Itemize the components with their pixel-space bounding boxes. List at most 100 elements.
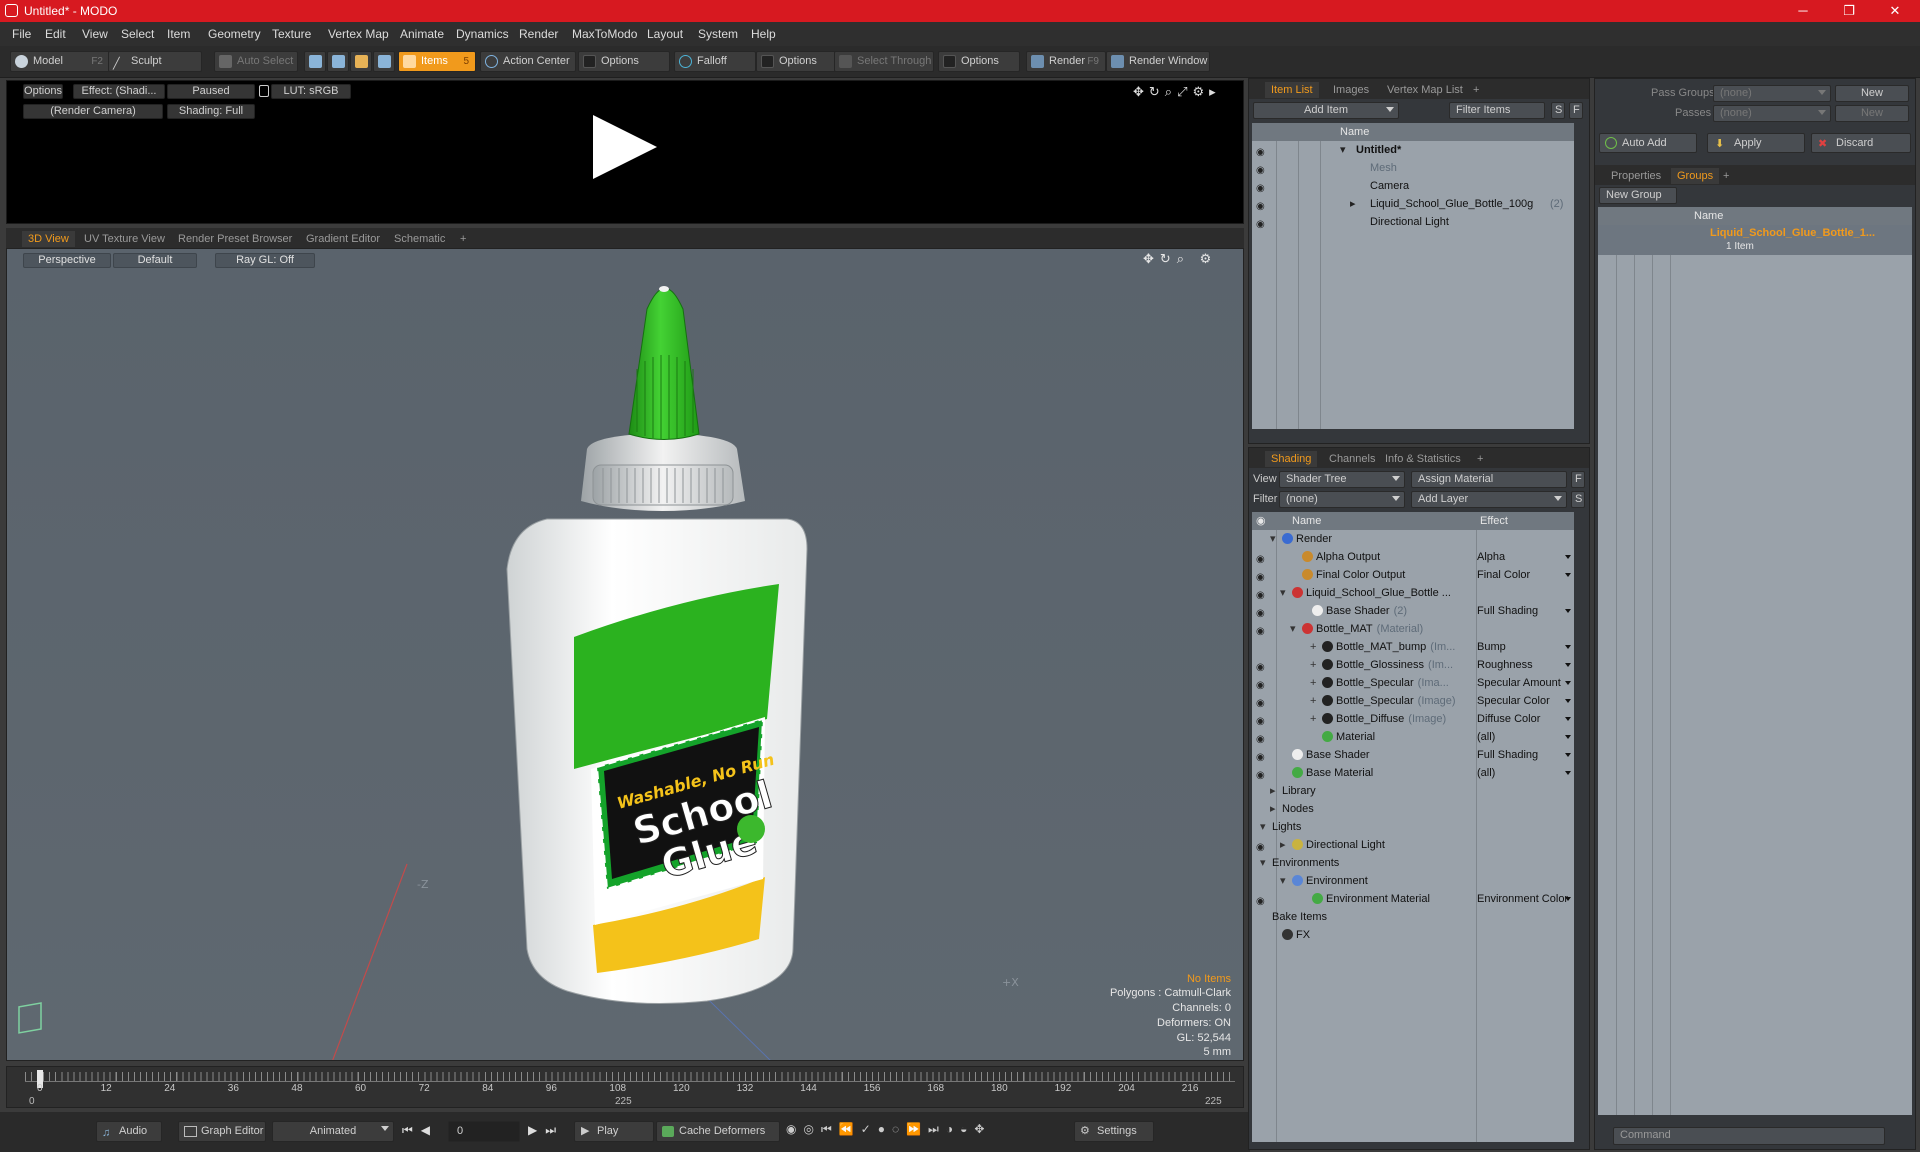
expand-icon[interactable]: ▸: [1350, 195, 1356, 213]
effect-dropdown[interactable]: Specular Amount: [1477, 674, 1574, 692]
shader-row[interactable]: ▾ Environment: [1252, 872, 1574, 890]
tab-gradient-editor[interactable]: Gradient Editor: [300, 231, 386, 247]
transport-prev-buttons[interactable]: ⏮◀: [402, 1123, 438, 1138]
expand-icon[interactable]: ▾: [1280, 584, 1286, 602]
effect-dropdown[interactable]: Roughness: [1477, 656, 1574, 674]
preview-shading-dropdown[interactable]: Shading: Full: [167, 104, 255, 119]
eye-icon[interactable]: ◉: [1256, 713, 1269, 727]
menu-view[interactable]: View: [82, 27, 108, 41]
select-through-options-button[interactable]: Options: [938, 51, 1020, 72]
menu-select[interactable]: Select: [121, 27, 154, 41]
menu-help[interactable]: Help: [751, 27, 776, 41]
expand-icon[interactable]: ▸: [1270, 782, 1276, 800]
preview-options-button[interactable]: Options: [23, 84, 63, 99]
effect-dropdown[interactable]: Alpha: [1477, 548, 1574, 566]
eye-icon[interactable]: ◉: [1256, 839, 1269, 853]
eye-icon[interactable]: ◉: [1256, 605, 1269, 619]
action-center-options-button[interactable]: Options: [578, 51, 670, 72]
preview-lut-dropdown[interactable]: LUT: sRGB: [271, 84, 351, 99]
tab-shading[interactable]: Shading: [1265, 451, 1318, 467]
add-tab-button[interactable]: +: [1717, 168, 1735, 184]
menu-vertex-map[interactable]: Vertex Map: [328, 27, 389, 41]
discard-button[interactable]: ✖ Discard: [1811, 133, 1911, 153]
expand-icon[interactable]: +: [1310, 656, 1316, 674]
menu-maxtomodo[interactable]: MaxToModo: [572, 27, 637, 41]
edges-mode-button[interactable]: [327, 51, 349, 72]
shader-row[interactable]: ◉ ▾ Liquid_School_Glue_Bottle ...: [1252, 584, 1574, 602]
shader-row[interactable]: ◉ Alpha Output Alpha: [1252, 548, 1574, 566]
shader-row[interactable]: ◉ + Bottle_Specular (Ima... Specular Amount: [1252, 674, 1574, 692]
close-button[interactable]: ✕: [1872, 0, 1918, 22]
new-pass-button[interactable]: New: [1835, 105, 1909, 122]
add-layer-dropdown[interactable]: Add Layer: [1411, 491, 1567, 508]
eye-icon[interactable]: ◉: [1256, 893, 1269, 907]
expand-icon[interactable]: +: [1310, 674, 1316, 692]
sculpt-mode-button[interactable]: ╱ Sculpt: [108, 51, 202, 72]
new-group-button[interactable]: New Group: [1599, 187, 1677, 204]
menu-texture[interactable]: Texture: [272, 27, 311, 41]
tab-vertex-map-list[interactable]: Vertex Map List: [1381, 82, 1469, 98]
render-button[interactable]: Render F9: [1026, 51, 1106, 72]
preview-camera-dropdown[interactable]: (Render Camera): [23, 104, 163, 119]
tab-3d-view[interactable]: 3D View: [22, 231, 75, 247]
shader-row[interactable]: ◉ ▾ Bottle_MAT (Material): [1252, 620, 1574, 638]
shader-row[interactable]: ▸ Library: [1252, 782, 1574, 800]
animated-dropdown[interactable]: Animated: [272, 1121, 394, 1142]
effect-dropdown[interactable]: Diffuse Color: [1477, 710, 1574, 728]
menu-layout[interactable]: Layout: [647, 27, 683, 41]
new-pass-group-button[interactable]: New: [1835, 85, 1909, 102]
menu-edit[interactable]: Edit: [45, 27, 66, 41]
tree-row-scene[interactable]: ◉ ▾ Untitled*: [1252, 141, 1574, 159]
menu-geometry[interactable]: Geometry: [208, 27, 261, 41]
shader-row[interactable]: ▾ Environments: [1252, 854, 1574, 872]
shading-f-button[interactable]: F: [1571, 471, 1585, 488]
expand-icon[interactable]: +: [1310, 710, 1316, 728]
tab-schematic[interactable]: Schematic: [388, 231, 451, 247]
audio-button[interactable]: ♫ Audio: [96, 1121, 162, 1142]
eye-icon[interactable]: ◉: [1256, 623, 1269, 637]
expand-icon[interactable]: ▾: [1260, 818, 1266, 836]
group-row[interactable]: Liquid_School_Glue_Bottle_1... 1 Item: [1598, 225, 1912, 255]
preview-paused-button[interactable]: Paused: [167, 84, 255, 99]
auto-add-button[interactable]: Auto Add: [1599, 133, 1697, 153]
3d-viewport[interactable]: Perspective Default Ray GL: Off ✥↻⌕ ⚙ Wa…: [6, 248, 1244, 1061]
key-tool-icons[interactable]: ◉◎⏮⏪✓●◌⏩⏭◑◒✥: [786, 1122, 991, 1137]
eye-icon[interactable]: ◉: [1256, 144, 1269, 158]
expand-icon[interactable]: ▾: [1270, 530, 1276, 548]
tab-groups[interactable]: Groups: [1671, 168, 1720, 184]
eye-icon[interactable]: ◉: [1256, 767, 1269, 781]
timeline-ruler[interactable]: [25, 1072, 1235, 1082]
eye-icon[interactable]: ◉: [1256, 551, 1269, 565]
shader-row[interactable]: ◉ ▸ Directional Light: [1252, 836, 1574, 854]
shader-row[interactable]: + Bottle_MAT_bump (Im... Bump: [1252, 638, 1574, 656]
expand-icon[interactable]: ▾: [1280, 872, 1286, 890]
tab-channels[interactable]: Channels: [1323, 451, 1381, 467]
menu-file[interactable]: File: [12, 27, 31, 41]
eye-icon[interactable]: ◉: [1256, 587, 1269, 601]
falloff-options-button[interactable]: Options: [756, 51, 838, 72]
filter-dropdown[interactable]: (none): [1279, 491, 1405, 508]
shader-row[interactable]: ◉ + Bottle_Glossiness (Im... Roughness: [1252, 656, 1574, 674]
pass-groups-dropdown[interactable]: (none): [1713, 85, 1831, 102]
vertices-mode-button[interactable]: [304, 51, 326, 72]
eye-icon[interactable]: ◉: [1256, 695, 1269, 709]
eye-icon[interactable]: ◉: [1256, 216, 1269, 230]
tree-row-directional-light[interactable]: ◉ Directional Light: [1252, 213, 1574, 231]
assign-material-button[interactable]: Assign Material: [1411, 471, 1567, 488]
eye-icon[interactable]: ◉: [1256, 749, 1269, 763]
play-icon[interactable]: [593, 115, 657, 179]
minimize-button[interactable]: ─: [1780, 0, 1826, 22]
expand-icon[interactable]: ▾: [1260, 854, 1266, 872]
effect-dropdown[interactable]: Bump: [1477, 638, 1574, 656]
expand-icon[interactable]: ▸: [1270, 800, 1276, 818]
shader-row[interactable]: ◉ Environment Material Environment Color: [1252, 890, 1574, 908]
eye-icon[interactable]: ◉: [1256, 162, 1269, 176]
effect-dropdown[interactable]: Specular Color: [1477, 692, 1574, 710]
expand-icon[interactable]: ▸: [1280, 836, 1286, 854]
tree-row-mesh[interactable]: ◉ Mesh: [1252, 159, 1574, 177]
expand-icon[interactable]: ▾: [1290, 620, 1296, 638]
shader-row[interactable]: Bake Items: [1252, 908, 1574, 926]
add-item-dropdown[interactable]: Add Item: [1253, 102, 1399, 119]
timeline[interactable]: 0 12 24 36 48 60 72 84 96 108 120 132 144 156 168 180 19…: [6, 1066, 1244, 1108]
expand-icon[interactable]: +: [1310, 692, 1316, 710]
